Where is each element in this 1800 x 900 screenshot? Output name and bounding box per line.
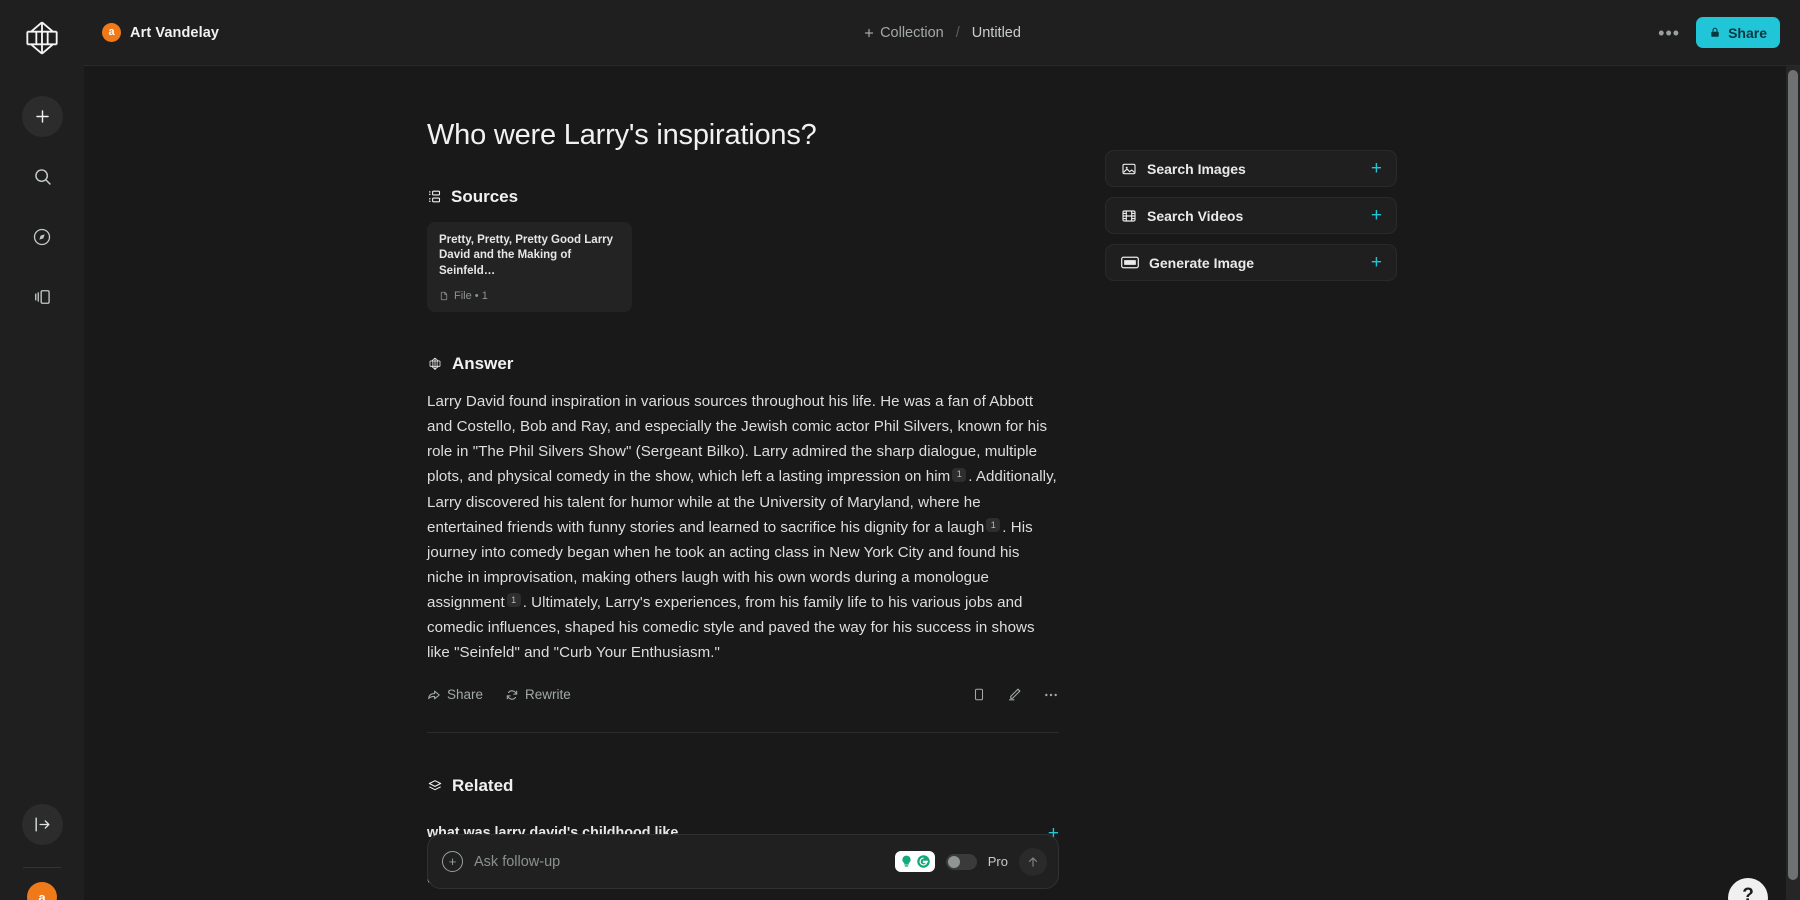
sidebar-item-discover[interactable] — [22, 216, 63, 257]
perplexity-answer-icon — [429, 358, 441, 371]
answer-body: Larry David found inspiration in various… — [427, 389, 1059, 665]
rewrite-icon — [506, 690, 518, 700]
pro-toggle[interactable] — [945, 853, 977, 870]
answer-share-label: Share — [447, 687, 484, 703]
left-rail: a — [0, 0, 84, 900]
answer-column: Who were Larry's inspirations? Sources P… — [427, 118, 1059, 900]
section-divider — [427, 731, 1059, 733]
sidebar-item-new-thread[interactable] — [21, 96, 63, 137]
grammarly-g-icon — [917, 855, 930, 868]
content-scroll-area: Who were Larry's inspirations? Sources P… — [84, 66, 1800, 900]
share-button-label: Share — [1728, 24, 1767, 41]
lightbulb-icon — [902, 855, 911, 867]
rail-bottom-group: a — [0, 804, 84, 900]
answer-section: Answer Larry David found inspiration in … — [427, 354, 1059, 733]
collection-label: Collection — [880, 24, 944, 41]
rail-divider — [23, 867, 61, 868]
grammarly-badge-icon[interactable] — [894, 851, 935, 872]
lock-icon — [1711, 27, 1719, 37]
source-meta-label: File • 1 — [454, 290, 488, 303]
share-button[interactable]: Share — [1696, 17, 1780, 48]
search-input[interactable] — [474, 853, 884, 870]
answer-heading: Answer — [452, 354, 514, 374]
plus-icon[interactable]: + — [1371, 159, 1382, 178]
add-to-collection-button[interactable]: Collection — [863, 25, 944, 41]
edit-icon[interactable] — [1007, 687, 1022, 702]
answer-rewrite-label: Rewrite — [525, 687, 571, 703]
sources-list-icon — [429, 190, 441, 203]
answer-rewrite-button[interactable]: Rewrite — [505, 687, 571, 702]
workspace-avatar: a — [102, 23, 121, 42]
sources-heading: Sources — [451, 186, 519, 206]
followup-bar: + Pro — [427, 834, 1059, 889]
vertical-scrollbar[interactable] — [1786, 66, 1800, 900]
top-bar: a Art Vandelay Collection / Untitled •••… — [84, 0, 1800, 66]
sources-header: Sources — [427, 187, 1059, 207]
sidebar-item-search[interactable] — [22, 156, 63, 197]
generate-image-icon — [1121, 256, 1139, 269]
source-card[interactable]: Pretty, Pretty, Pretty Good Larry David … — [427, 221, 632, 313]
answer-actions-right — [972, 687, 1059, 703]
more-dots-icon[interactable]: ••• — [1656, 24, 1682, 42]
breadcrumb-separator: / — [955, 24, 960, 41]
answer-actions: Share Rewrite — [427, 687, 1059, 703]
search-videos-card[interactable]: Search Videos + — [1105, 197, 1397, 234]
generate-image-card[interactable]: Generate Image + — [1105, 244, 1397, 281]
search-images-card[interactable]: Search Images + — [1105, 150, 1397, 187]
related-header: Related — [427, 776, 1059, 796]
answer-share-button[interactable]: Share — [427, 687, 483, 702]
source-meta: File • 1 — [439, 290, 620, 302]
page-title: Who were Larry's inspirations? — [427, 119, 817, 151]
scrollbar-thumb[interactable] — [1788, 70, 1798, 880]
plus-icon — [864, 28, 874, 37]
pro-label: Pro — [987, 854, 1008, 869]
image-icon — [1122, 163, 1136, 174]
copy-icon[interactable] — [972, 687, 986, 702]
workspace-chip[interactable]: a Art Vandelay — [102, 23, 219, 42]
submit-button[interactable] — [1019, 847, 1047, 876]
search-videos-label: Search Videos — [1147, 207, 1244, 224]
generate-image-label: Generate Image — [1149, 254, 1255, 271]
attach-plus-icon[interactable]: + — [442, 851, 463, 872]
related-layers-icon — [428, 779, 442, 791]
citation-badge[interactable]: 1 — [506, 593, 521, 608]
sidebar-item-library[interactable] — [22, 276, 63, 317]
expand-sidebar-icon[interactable] — [21, 804, 63, 845]
aside-column: Search Images + Search Videos + Generate… — [1105, 118, 1397, 900]
file-icon — [440, 292, 448, 301]
arrow-up-icon — [1028, 856, 1038, 867]
thread-title[interactable]: Untitled — [972, 25, 1021, 41]
video-icon — [1122, 209, 1136, 222]
pro-toggle-knob — [947, 855, 960, 868]
search-images-label: Search Images — [1147, 160, 1246, 177]
citation-badge[interactable]: 1 — [986, 518, 1001, 533]
main-region: a Art Vandelay Collection / Untitled •••… — [84, 0, 1800, 900]
perplexity-logo-icon[interactable] — [14, 10, 70, 66]
breadcrumb: Collection / Untitled — [84, 25, 1800, 41]
plus-icon[interactable]: + — [1371, 206, 1382, 225]
plus-icon[interactable]: + — [1371, 253, 1382, 272]
answer-header: Answer — [427, 354, 1059, 374]
top-bar-actions: ••• Share — [1656, 17, 1780, 48]
workspace-name: Art Vandelay — [130, 24, 220, 41]
citation-badge[interactable]: 1 — [952, 467, 967, 482]
share-arrow-icon — [428, 690, 440, 700]
related-heading: Related — [452, 775, 514, 795]
source-title: Pretty, Pretty, Pretty Good Larry David … — [439, 233, 614, 277]
more-dots-icon[interactable] — [1043, 687, 1059, 703]
avatar[interactable]: a — [27, 882, 57, 900]
